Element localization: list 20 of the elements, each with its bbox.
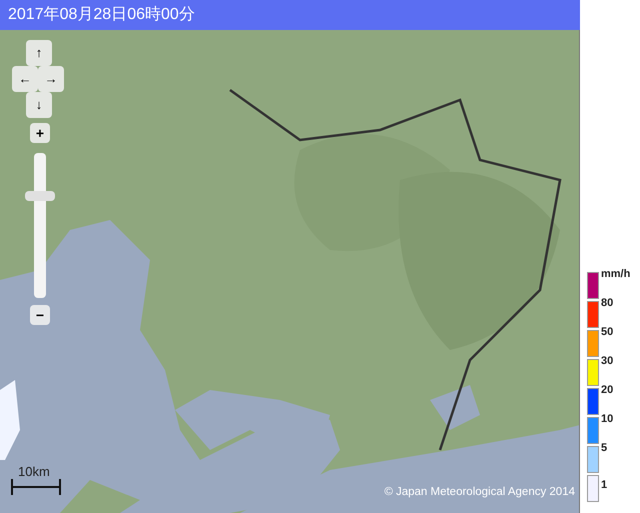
pan-up-button[interactable]: ↑ [26,40,52,66]
legend-label: 80 [601,296,614,311]
scale-bar-icon [11,478,61,496]
legend-label: 20 [601,383,614,398]
zoom-slider[interactable] [25,153,55,298]
legend-label: 1 [601,478,608,493]
pan-down-button[interactable]: ↓ [26,92,52,118]
legend-label: 5 [601,441,608,456]
legend-label: 10 [601,412,614,427]
scale-label: 10km [18,463,50,481]
zoom-out-button[interactable]: − [30,305,50,325]
pan-right-button[interactable]: → [38,66,64,92]
zoom-slider-thumb[interactable] [25,191,55,201]
zoom-in-button[interactable]: + [30,123,50,143]
copyright-text: © Japan Meteorological Agency 2014 [384,485,575,500]
pan-left-button[interactable]: ← [12,66,38,92]
legend-label: 30 [601,354,614,369]
legend-label: mm/h [601,267,630,282]
legend-label: 50 [601,325,614,340]
date-time-title: 2017年08月28日06時00分 [8,4,195,25]
